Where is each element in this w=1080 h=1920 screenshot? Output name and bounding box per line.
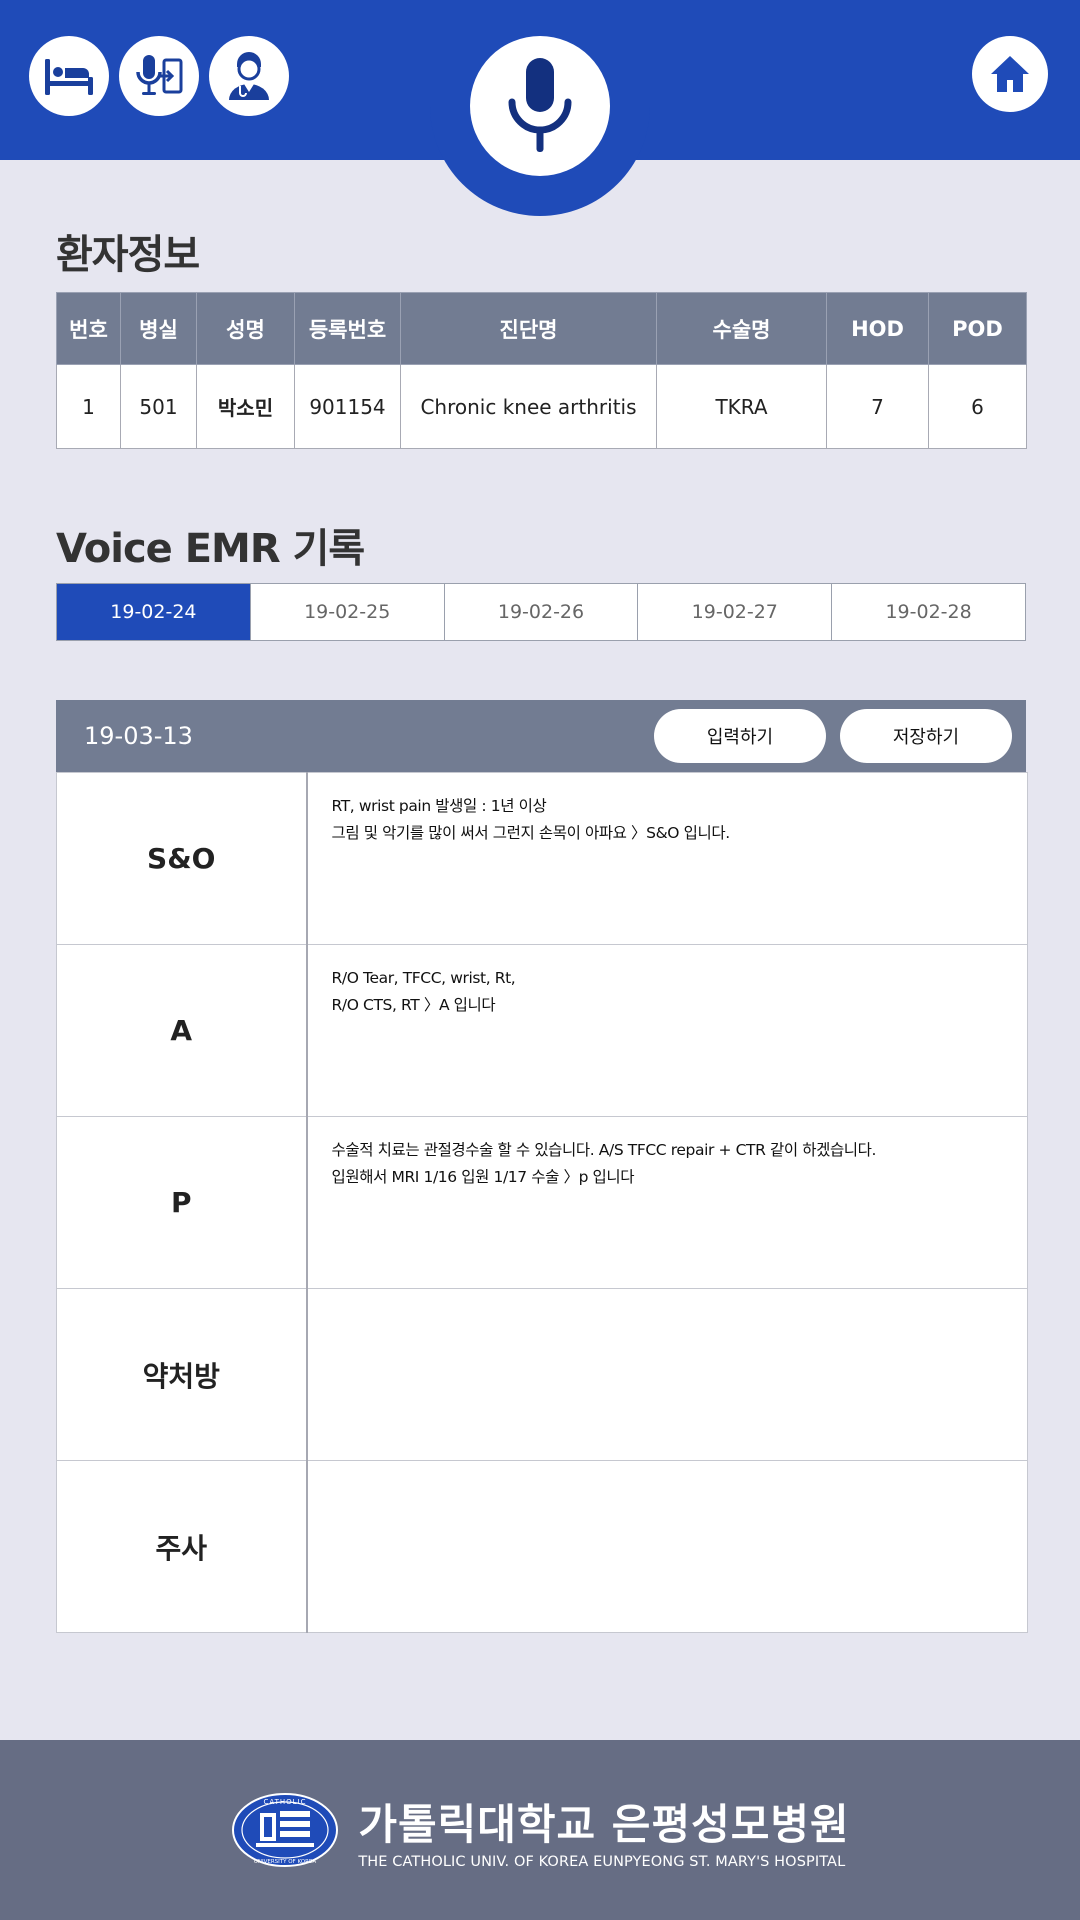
column-header: POD bbox=[928, 292, 1027, 365]
svg-text:UNIVERSITY OF KOREA: UNIVERSITY OF KOREA bbox=[254, 1859, 317, 1865]
record-line: 수술적 치료는 관절경수술 할 수 있습니다. A/S TFCC repair … bbox=[331, 1141, 877, 1159]
record-row-prescription: 약처방 bbox=[56, 1288, 1028, 1461]
voice-transfer-button[interactable] bbox=[119, 36, 199, 116]
doctor-button[interactable] bbox=[209, 36, 289, 116]
save-button[interactable]: 저장하기 bbox=[840, 709, 1012, 763]
home-icon bbox=[991, 56, 1029, 92]
column-header: 번호 bbox=[56, 292, 121, 365]
patient-name: 박소민 bbox=[196, 364, 295, 449]
record-content[interactable]: 수술적 치료는 관절경수술 할 수 있습니다. A/S TFCC repair … bbox=[306, 1116, 1028, 1289]
soap-record-table: S&O RT, wrist pain 발생일 : 1년 이상 그림 및 악기를 … bbox=[56, 772, 1028, 1633]
patient-registration-number: 901154 bbox=[294, 364, 401, 449]
record-row-a: A R/O Tear, TFCC, wrist, Rt, R/O CTS, RT… bbox=[56, 944, 1028, 1117]
record-line: R/O Tear, TFCC, wrist, Rt, bbox=[331, 969, 516, 987]
microphone-icon bbox=[508, 58, 572, 152]
record-line: 입원해서 MRI 1/16 입원 1/17 수술 〉p 입니다 bbox=[331, 1168, 635, 1186]
column-header: 성명 bbox=[196, 292, 295, 365]
patient-table-header: 번호 병실 성명 등록번호 진단명 수술명 HOD POD bbox=[56, 292, 1027, 365]
column-header: 진단명 bbox=[400, 292, 657, 365]
catholic-university-logo: CATHOLIC UNIVERSITY OF KOREA bbox=[232, 1793, 339, 1867]
hospital-name: 가톨릭대학교 은평성모병원 bbox=[358, 1799, 850, 1849]
date-tab[interactable]: 19-02-27 bbox=[637, 584, 831, 640]
column-header: HOD bbox=[826, 292, 929, 365]
record-content[interactable] bbox=[306, 1288, 1028, 1461]
hospital-english-name: THE CATHOLIC UNIV. OF KOREA EUNPYEONG ST… bbox=[358, 1853, 846, 1870]
patient-table: 번호 병실 성명 등록번호 진단명 수술명 HOD POD 1 501 박소민 … bbox=[56, 292, 1027, 449]
record-label: A bbox=[56, 944, 308, 1117]
record-header: 19-03-13 입력하기 저장하기 bbox=[56, 700, 1026, 772]
record-date: 19-03-13 bbox=[84, 722, 193, 750]
hospital-branding: CATHOLIC UNIVERSITY OF KOREA 가톨릭대학교 은평성모… bbox=[230, 1791, 849, 1870]
column-header: 수술명 bbox=[656, 292, 827, 365]
date-tabs: 19-02-24 19-02-25 19-02-26 19-02-27 19-0… bbox=[56, 583, 1026, 641]
date-tab[interactable]: 19-02-25 bbox=[249, 584, 444, 640]
record-label: S&O bbox=[56, 772, 308, 945]
column-header: 병실 bbox=[120, 292, 197, 365]
table-row[interactable]: 1 501 박소민 901154 Chronic knee arthritis … bbox=[56, 364, 1027, 449]
ward-button[interactable] bbox=[29, 36, 109, 116]
record-row-injection: 주사 bbox=[56, 1460, 1028, 1633]
record-row-p: P 수술적 치료는 관절경수술 할 수 있습니다. A/S TFCC repai… bbox=[56, 1116, 1028, 1289]
date-tab[interactable]: 19-02-28 bbox=[831, 584, 1025, 640]
footer: CATHOLIC UNIVERSITY OF KOREA 가톨릭대학교 은평성모… bbox=[0, 1740, 1080, 1920]
record-label: 주사 bbox=[56, 1460, 308, 1633]
record-line: R/O CTS, RT 〉A 입니다 bbox=[331, 996, 496, 1014]
voice-record-button[interactable] bbox=[470, 36, 610, 176]
record-line: 그림 및 악기를 많이 써서 그런지 손목이 아파요 〉S&O 입니다. bbox=[331, 824, 731, 842]
record-line: RT, wrist pain 발생일 : 1년 이상 bbox=[331, 797, 547, 815]
patient-number: 1 bbox=[56, 364, 121, 449]
record-content[interactable]: R/O Tear, TFCC, wrist, Rt, R/O CTS, RT 〉… bbox=[306, 944, 1028, 1117]
date-tab[interactable]: 19-02-26 bbox=[443, 584, 638, 640]
patient-info-title: 환자정보 bbox=[56, 232, 200, 278]
hospital-name-block: 가톨릭대학교 은평성모병원 THE CATHOLIC UNIV. OF KORE… bbox=[358, 1791, 849, 1870]
column-header: 등록번호 bbox=[294, 292, 401, 365]
patient-pod: 6 bbox=[928, 364, 1027, 449]
voice-emr-title: Voice EMR 기록 bbox=[56, 526, 365, 572]
record-label: P bbox=[56, 1116, 308, 1289]
record-row-s-o: S&O RT, wrist pain 발생일 : 1년 이상 그림 및 악기를 … bbox=[56, 772, 1028, 945]
hospital-bed-icon bbox=[45, 59, 93, 95]
patient-diagnosis: Chronic knee arthritis bbox=[400, 364, 657, 449]
date-tab[interactable]: 19-02-24 bbox=[57, 584, 250, 640]
record-content[interactable]: RT, wrist pain 발생일 : 1년 이상 그림 및 악기를 많이 써… bbox=[306, 772, 1028, 945]
svg-text:CATHOLIC: CATHOLIC bbox=[264, 1798, 307, 1806]
patient-room: 501 bbox=[120, 364, 197, 449]
doctor-icon bbox=[229, 52, 269, 100]
record-content[interactable] bbox=[306, 1460, 1028, 1633]
patient-surgery: TKRA bbox=[656, 364, 827, 449]
input-button[interactable]: 입력하기 bbox=[654, 709, 826, 763]
voice-transfer-icon bbox=[136, 55, 183, 95]
patient-hod: 7 bbox=[826, 364, 929, 449]
record-label: 약처방 bbox=[56, 1288, 308, 1461]
home-button[interactable] bbox=[972, 36, 1048, 112]
